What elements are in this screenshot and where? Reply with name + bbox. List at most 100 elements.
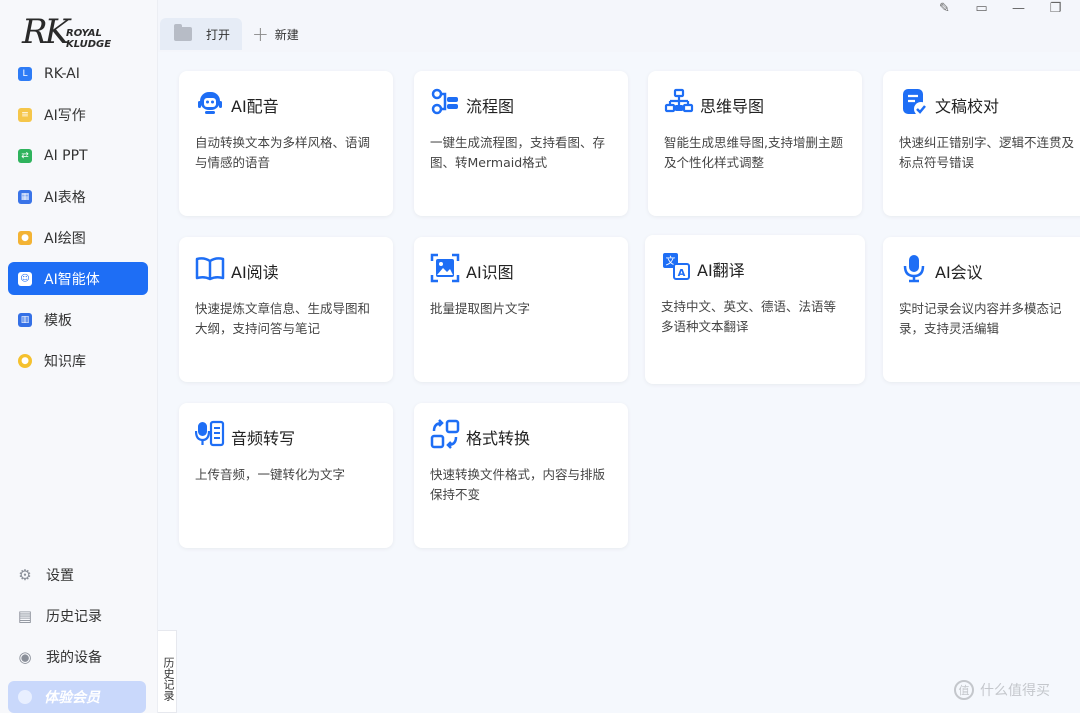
logo-mark: RK (22, 12, 70, 52)
watermark: 值 什么值得买 (954, 680, 1050, 700)
proofread-icon (903, 89, 928, 116)
ai-draw-icon: ● (18, 230, 32, 245)
card-flowchart[interactable]: 流程图 一键生成流程图，支持看图、存图、转Mermaid格式 (414, 71, 628, 216)
sidebar-item-ai-table[interactable]: ▦ AI表格 (8, 180, 148, 213)
sidebar-item-ai-agent[interactable]: ☺ AI智能体 (8, 262, 148, 295)
card-title: AI翻译 (697, 261, 745, 280)
sidebar-item-label: AI表格 (44, 189, 86, 206)
history-side-tab[interactable]: 历史记录 (158, 630, 177, 713)
mindmap-icon (664, 88, 694, 113)
card-description: 一键生成流程图，支持看图、存图、转Mermaid格式 (430, 135, 606, 170)
sidebar-item-label: 我的设备 (46, 649, 102, 666)
card-description: 智能生成思维导图,支持增删主题及个性化样式调整 (664, 135, 843, 170)
sidebar-item-history[interactable]: ▤ 历史记录 (8, 599, 148, 632)
card-ai-translate[interactable]: 文 A AI翻译 支持中文、英文、德语、法语等多语种文本翻译 (645, 235, 865, 384)
card-audio-transcribe[interactable]: 音频转写 上传音频，一键转化为文字 (179, 403, 393, 548)
card-image-recognition[interactable]: AI识图 批量提取图片文字 (414, 237, 628, 382)
sidebar-item-label: 模板 (44, 312, 72, 329)
card-title: AI阅读 (231, 263, 279, 282)
format-convert-icon (430, 419, 460, 449)
card-ai-meeting[interactable]: AI会议 实时记录会议内容并多模态记录，支持灵活编辑 (883, 237, 1080, 382)
plus-icon: + (252, 22, 269, 46)
card-ai-reading[interactable]: AI阅读 快速提炼文章信息、生成导图和大纲，支持问答与笔记 (179, 237, 393, 382)
sidebar-item-label: RK-AI (44, 65, 80, 82)
robot-voice-icon (198, 92, 222, 114)
card-format-convert[interactable]: 格式转换 快速转换文件格式，内容与排版保持不变 (414, 403, 628, 548)
sidebar-item-rk-ai[interactable]: L RK-AI (8, 57, 148, 90)
new-tab-button[interactable]: + 新建 (252, 18, 299, 50)
card-title: 流程图 (466, 97, 515, 116)
sidebar-item-label: 历史记录 (46, 608, 102, 625)
ai-writing-icon: ≡ (18, 107, 32, 122)
card-description: 快速纠正错别字、逻辑不连贯及标点符号错误 (899, 135, 1075, 170)
ai-table-icon: ▦ (18, 189, 32, 204)
microphone-icon (903, 255, 925, 283)
svg-text:A: A (678, 268, 686, 279)
history-icon: ▤ (17, 606, 33, 625)
sidebar-item-settings[interactable]: ⚙ 设置 (8, 558, 148, 591)
sidebar-bottom-nav: ⚙ 设置 ▤ 历史记录 ◉ 我的设备 (8, 558, 148, 681)
sidebar-item-label: 知识库 (44, 353, 86, 370)
card-title: 思维导图 (700, 97, 765, 116)
sidebar-item-ai-writing[interactable]: ≡ AI写作 (8, 98, 148, 131)
sidebar-item-knowledge-base[interactable]: ● 知识库 (8, 344, 148, 377)
flowchart-icon (431, 88, 458, 115)
sidebar-item-ai-ppt[interactable]: ⇄ AI PPT (8, 139, 148, 172)
open-tab-label: 打开 (206, 27, 231, 42)
top-bar: 打开 + 新建 ✎ ▭ — ❐ (158, 0, 1080, 52)
window-controls: ✎ ▭ — ❐ (926, 0, 1074, 16)
card-description: 实时记录会议内容并多模态记录，支持灵活编辑 (899, 301, 1062, 336)
card-description: 支持中文、英文、德语、法语等多语种文本翻译 (661, 299, 837, 334)
card-description: 快速转换文件格式，内容与排版保持不变 (430, 467, 606, 502)
card-title: 格式转换 (466, 429, 531, 448)
card-title: AI会议 (935, 263, 983, 282)
minimize-icon[interactable]: — (1000, 0, 1037, 16)
sidebar-nav: L RK-AI ≡ AI写作 ⇄ AI PPT ▦ AI表格 ● AI绘图 ☺ … (8, 57, 148, 385)
logo: RK ROYAL KLUDGE (22, 12, 132, 54)
feedback-icon[interactable]: ▭ (963, 0, 1000, 16)
template-icon: ▥ (18, 312, 32, 327)
logo-wordmark: ROYAL KLUDGE (66, 28, 112, 50)
vip-membership-button[interactable]: 体验会员 (8, 681, 146, 713)
user-icon (18, 690, 32, 704)
card-title: AI识图 (466, 263, 514, 282)
new-tab-label: 新建 (274, 27, 299, 42)
card-proofread[interactable]: 文稿校对 快速纠正错别字、逻辑不连贯及标点符号错误 (883, 71, 1080, 216)
sidebar-item-template[interactable]: ▥ 模板 (8, 303, 148, 336)
ai-ppt-icon: ⇄ (18, 148, 32, 163)
watermark-text: 什么值得买 (980, 683, 1050, 699)
folder-icon (174, 24, 192, 41)
device-icon: ◉ (18, 647, 32, 666)
card-description: 快速提炼文章信息、生成导图和大纲，支持问答与笔记 (195, 301, 371, 336)
restore-icon[interactable]: ❐ (1037, 0, 1074, 16)
card-title: AI配音 (231, 97, 279, 116)
sidebar-item-label: 设置 (46, 567, 74, 584)
sidebar-item-label: AI写作 (44, 107, 86, 124)
book-icon (195, 257, 225, 281)
ai-agent-icon: ☺ (18, 271, 32, 286)
edit-icon[interactable]: ✎ (926, 0, 963, 16)
rk-ai-icon: L (18, 66, 32, 81)
translate-icon: 文 A (663, 253, 690, 280)
card-ai-voice[interactable]: AI配音 自动转换文本为多样风格、语调与情感的语音 (179, 71, 393, 216)
watermark-logo-icon: 值 (954, 680, 974, 700)
sidebar-item-label: AI智能体 (44, 271, 100, 288)
card-description: 自动转换文本为多样风格、语调与情感的语音 (195, 135, 371, 170)
card-title: 文稿校对 (935, 97, 1000, 116)
sidebar-item-my-devices[interactable]: ◉ 我的设备 (8, 640, 148, 673)
main-content: AI配音 自动转换文本为多样风格、语调与情感的语音 流程图 一键生成流程图，支持… (158, 52, 1080, 713)
sidebar-item-ai-draw[interactable]: ● AI绘图 (8, 221, 148, 254)
sidebar: RK ROYAL KLUDGE L RK-AI ≡ AI写作 ⇄ AI PPT … (0, 0, 158, 713)
card-description: 批量提取图片文字 (430, 301, 531, 316)
sidebar-item-label: AI绘图 (44, 230, 86, 247)
card-mindmap[interactable]: 思维导图 智能生成思维导图,支持增删主题及个性化样式调整 (648, 71, 862, 216)
gear-icon: ⚙ (18, 565, 32, 584)
image-recognition-icon (430, 253, 460, 283)
sidebar-item-label: AI PPT (44, 147, 88, 164)
audio-transcribe-icon (195, 420, 225, 447)
open-tab[interactable]: 打开 (160, 18, 242, 50)
card-description: 上传音频，一键转化为文字 (195, 467, 346, 482)
vip-label: 体验会员 (44, 690, 100, 706)
card-title: 音频转写 (231, 429, 296, 448)
knowledge-base-icon: ● (18, 353, 32, 368)
